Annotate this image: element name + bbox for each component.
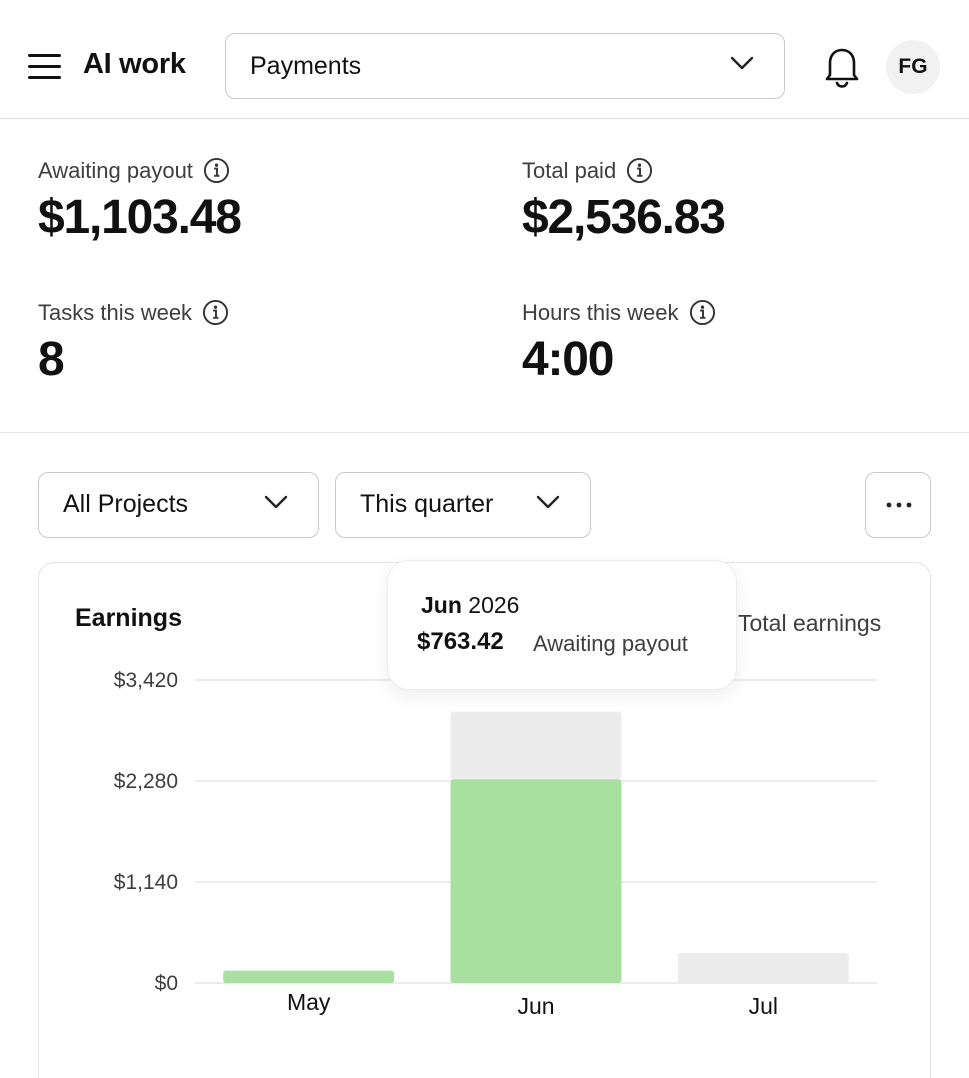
bar-may-paid[interactable] <box>223 970 395 983</box>
chart-tooltip: Jun 2026 $763.42 Awaiting payout <box>387 560 737 690</box>
bar-jun-paid[interactable] <box>450 779 622 983</box>
tooltip-year: 2026 <box>468 592 520 618</box>
y-tick-label: $1,140 <box>114 871 178 894</box>
x-tick-label: Jul <box>749 993 778 1019</box>
bar-jun-awaiting[interactable] <box>450 711 622 780</box>
y-tick-label: $2,280 <box>114 770 178 793</box>
y-tick-label: $0 <box>155 972 178 995</box>
earnings-chart: $0 $1,140 $2,280 $3,420 May Jun Jul <box>114 669 877 1019</box>
bar-jul-awaiting[interactable] <box>677 952 849 983</box>
tooltip-status: Awaiting payout <box>533 631 688 656</box>
y-tick-label: $3,420 <box>114 669 178 692</box>
x-tick-label: Jun <box>517 993 554 1019</box>
tooltip-month: Jun <box>421 592 462 618</box>
tooltip-amount: $763.42 <box>417 628 504 655</box>
x-tick-label: May <box>287 989 331 1015</box>
